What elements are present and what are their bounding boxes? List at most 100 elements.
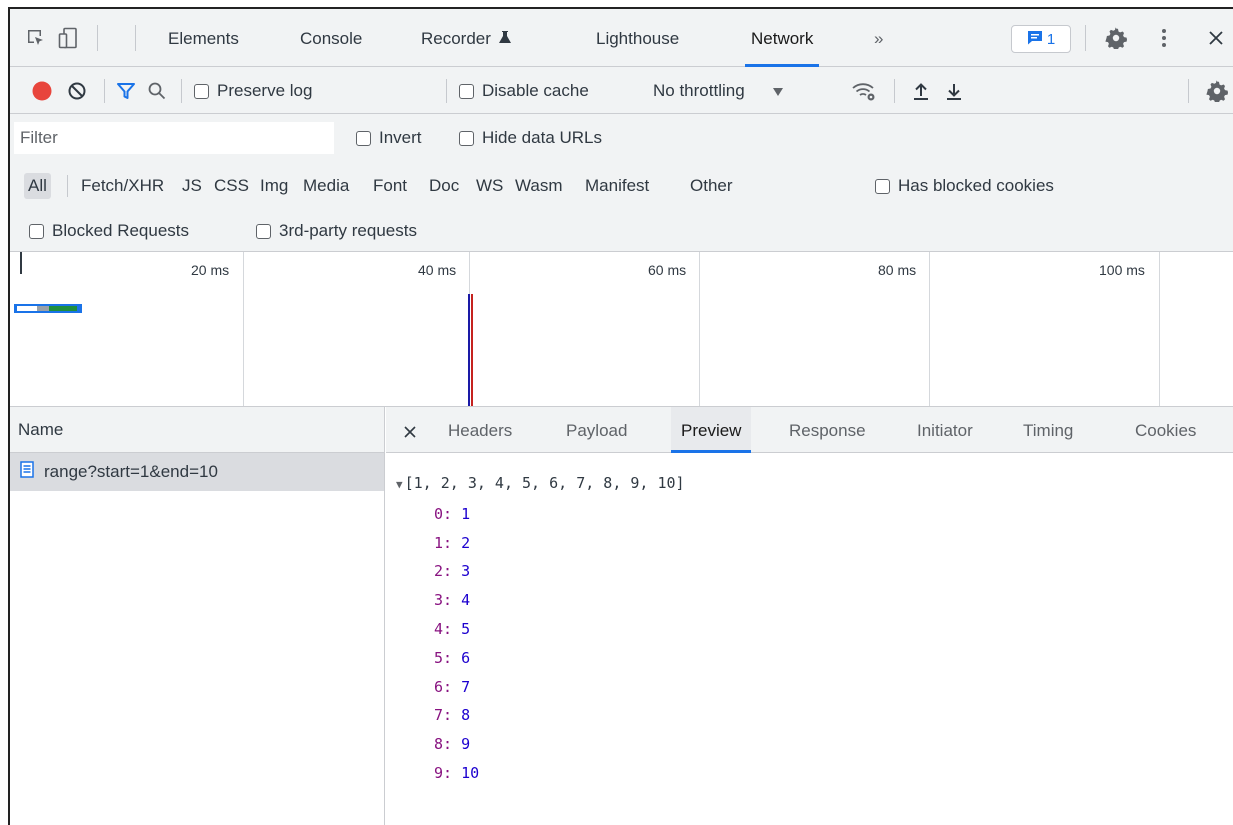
export-har-icon[interactable] (945, 78, 963, 104)
record-button[interactable] (32, 78, 52, 104)
array-entry: 1: 2 (396, 529, 685, 558)
entry-colon: : (443, 562, 462, 581)
flask-icon (498, 9, 511, 69)
resource-type-filter: All Fetch/XHR JS CSS Img Media Font Doc … (10, 162, 1233, 210)
separator (1188, 79, 1189, 103)
disable-cache-label: Disable cache (482, 81, 589, 100)
entry-key: 3 (434, 591, 444, 610)
tab-response[interactable]: Response (789, 407, 866, 453)
entry-key: 5 (434, 648, 444, 667)
gridline (929, 252, 930, 406)
filter-input[interactable] (14, 122, 334, 154)
type-media[interactable]: Media (303, 173, 349, 199)
separator (67, 175, 68, 197)
throttling-value: No throttling (653, 81, 745, 100)
tab-recorder[interactable]: Recorder (421, 9, 511, 67)
tab-preview[interactable]: Preview (671, 407, 752, 453)
close-details-icon[interactable] (404, 423, 416, 443)
tab-payload[interactable]: Payload (566, 407, 627, 453)
more-tabs-button[interactable]: » (874, 9, 883, 67)
entry-key: 2 (434, 562, 444, 581)
type-font[interactable]: Font (373, 173, 407, 199)
clear-icon[interactable] (67, 78, 87, 104)
entry-key: 8 (434, 735, 444, 754)
download-segment (49, 306, 77, 311)
request-row[interactable]: range?start=1&end=10 (10, 453, 384, 491)
blocked-requests-checkbox[interactable]: Blocked Requests (29, 218, 189, 244)
separator (446, 79, 447, 103)
tab-cookies[interactable]: Cookies (1135, 407, 1196, 453)
tab-initiator[interactable]: Initiator (917, 407, 973, 453)
type-fetch-xhr[interactable]: Fetch/XHR (81, 173, 164, 199)
tab-timing[interactable]: Timing (1023, 407, 1073, 453)
type-ws[interactable]: WS (476, 173, 503, 199)
tab-console[interactable]: Console (300, 9, 362, 67)
entry-colon: : (443, 533, 462, 552)
column-header-name[interactable]: Name (10, 407, 384, 453)
request-list: Name range?start=1&end=10 (10, 407, 385, 825)
preserve-log-checkbox[interactable]: Preserve log (194, 78, 312, 104)
tab-elements[interactable]: Elements (168, 9, 239, 67)
network-toolbar: Preserve log Disable cache No throttling (10, 67, 1233, 114)
third-party-label: 3rd-party requests (279, 221, 417, 240)
checkbox-box (356, 130, 371, 146)
search-icon[interactable] (147, 78, 167, 104)
filter-icon[interactable] (116, 78, 136, 104)
inspect-element-icon[interactable] (24, 26, 48, 50)
throttling-select[interactable]: No throttling (653, 78, 783, 104)
device-toolbar-icon[interactable] (56, 26, 80, 50)
preserve-log-label: Preserve log (217, 81, 313, 100)
type-all[interactable]: All (24, 173, 51, 199)
type-js[interactable]: JS (182, 173, 202, 199)
type-other[interactable]: Other (690, 173, 733, 199)
has-blocked-cookies-checkbox[interactable]: Has blocked cookies (875, 173, 1054, 199)
third-party-checkbox[interactable]: 3rd-party requests (256, 218, 417, 244)
hide-data-urls-checkbox[interactable]: Hide data URLs (459, 125, 602, 151)
array-entry: 2: 3 (396, 557, 685, 586)
network-conditions-icon[interactable] (851, 78, 877, 104)
dropdown-triangle-icon (772, 81, 783, 101)
tab-lighthouse[interactable]: Lighthouse (596, 9, 679, 67)
entry-value: 7 (461, 677, 471, 696)
type-img[interactable]: Img (260, 173, 288, 199)
array-entry: 9: 10 (396, 759, 685, 788)
separator (894, 79, 895, 103)
entry-key: 1 (434, 533, 444, 552)
load-event-line (471, 294, 473, 406)
checkbox-box (459, 83, 474, 99)
disable-cache-checkbox[interactable]: Disable cache (459, 78, 589, 104)
entry-value: 4 (461, 591, 471, 610)
entry-value: 1 (461, 504, 471, 523)
close-icon[interactable] (1204, 26, 1228, 50)
import-har-icon[interactable] (912, 78, 930, 104)
network-settings-gear-icon[interactable] (1206, 78, 1228, 104)
json-preview: ▼ [1, 2, 3, 4, 5, 6, 7, 8, 9, 10] 0: 1 1:… (396, 469, 685, 788)
type-doc[interactable]: Doc (429, 173, 459, 199)
request-timing-bar (14, 304, 82, 313)
array-summary-toggle[interactable]: ▼ [1, 2, 3, 4, 5, 6, 7, 8, 9, 10] (396, 469, 685, 500)
entry-colon: : (443, 763, 462, 782)
type-css[interactable]: CSS (214, 173, 249, 199)
separator (181, 79, 182, 103)
type-manifest[interactable]: Manifest (585, 173, 649, 199)
invert-checkbox[interactable]: Invert (356, 125, 422, 151)
separator (1085, 25, 1086, 51)
settings-gear-icon[interactable] (1104, 26, 1128, 50)
array-entry: 8: 9 (396, 730, 685, 759)
array-entry: 4: 5 (396, 615, 685, 644)
issues-badge[interactable]: 1 (1011, 25, 1071, 53)
expand-triangle-icon: ▼ (396, 478, 403, 491)
waiting-segment (17, 306, 37, 311)
tab-network[interactable]: Network (744, 9, 820, 67)
timeline-overview[interactable]: 20 ms 40 ms 60 ms 80 ms 100 ms (10, 252, 1233, 407)
request-name: range?start=1&end=10 (44, 462, 218, 481)
customize-menu-icon[interactable] (1152, 26, 1176, 50)
array-entry: 3: 4 (396, 586, 685, 615)
devtools-window: Elements Console Recorder Lighthouse Net… (8, 7, 1233, 825)
tab-headers[interactable]: Headers (448, 407, 512, 453)
gridline (243, 252, 244, 406)
queue-segment (37, 306, 49, 311)
checkbox-box (459, 130, 474, 146)
type-wasm[interactable]: Wasm (515, 173, 563, 199)
array-entry: 7: 8 (396, 701, 685, 730)
